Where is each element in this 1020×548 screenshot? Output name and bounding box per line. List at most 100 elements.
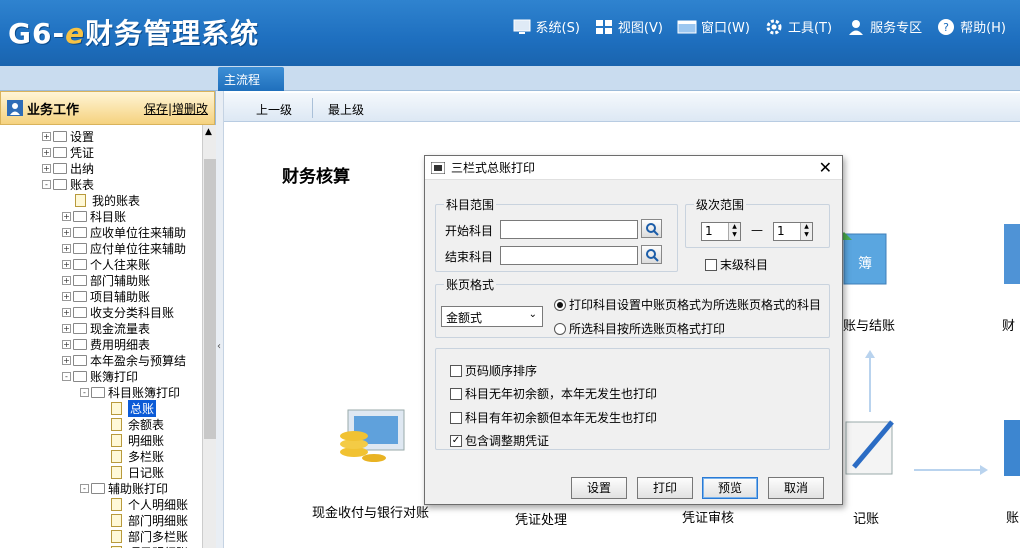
menu-help[interactable]: ? 帮助(H): [936, 17, 1006, 36]
preview-button[interactable]: 预览: [702, 477, 758, 499]
scroll-up-icon[interactable]: ▲: [205, 127, 212, 137]
expand-icon[interactable]: +: [62, 339, 71, 349]
leaf-only-checkbox[interactable]: 末级科目: [705, 256, 768, 273]
flow-finance-right-label[interactable]: 财: [1002, 315, 1015, 334]
tree-item[interactable]: + 出纳: [42, 160, 94, 176]
collapse-icon[interactable]: -: [42, 179, 51, 189]
no-balance-print-checkbox[interactable]: 科目无年初余额，本年无发生也打印: [450, 385, 657, 402]
tree-item[interactable]: 日记账: [98, 464, 164, 480]
radio-button[interactable]: [554, 298, 566, 311]
spin-arrows-icon[interactable]: ▲ ▼: [728, 223, 740, 240]
close-icon[interactable]: ✕: [819, 158, 832, 177]
ledger-right-icon[interactable]: [1004, 420, 1020, 476]
expand-icon[interactable]: +: [42, 131, 51, 141]
radio-button[interactable]: [554, 322, 566, 335]
tree-item[interactable]: + 个人往来账: [62, 256, 150, 272]
tree-item[interactable]: 个人明细账: [98, 496, 188, 512]
level-to-spinner[interactable]: 1 ▲ ▼: [773, 222, 813, 241]
chevron-down-icon[interactable]: ⌄: [529, 309, 537, 320]
cancel-button[interactable]: 取消: [768, 477, 824, 499]
collapse-icon[interactable]: -: [80, 483, 89, 493]
tree-item[interactable]: + 收支分类科目账: [62, 304, 174, 320]
expand-icon[interactable]: +: [62, 291, 71, 301]
end-subject-search-button[interactable]: [641, 245, 662, 264]
tree-item[interactable]: 项目明细账: [98, 544, 188, 548]
collapse-icon[interactable]: -: [62, 371, 71, 381]
tree-item[interactable]: + 应付单位往来辅助: [62, 240, 186, 256]
collapse-icon[interactable]: -: [80, 387, 89, 397]
tree-item[interactable]: + 部门辅助账: [62, 272, 150, 288]
collapse-arrow-icon[interactable]: ‹: [217, 341, 221, 352]
menu-system[interactable]: 系统(S): [512, 17, 580, 36]
tree-item[interactable]: 部门明细账: [98, 512, 188, 528]
expand-icon[interactable]: +: [42, 147, 51, 157]
start-subject-search-button[interactable]: [641, 219, 662, 238]
tree-item[interactable]: + 现金流量表: [62, 320, 150, 336]
tree-item[interactable]: - 科目账簿打印: [80, 384, 180, 400]
radio-format-by-setting[interactable]: 打印科目设置中账页格式为所选账页格式的科目: [554, 296, 821, 313]
menu-window[interactable]: 窗口(W): [677, 17, 750, 36]
tree-item[interactable]: + 设置: [42, 128, 94, 144]
tab-main-flow[interactable]: 主流程: [218, 67, 284, 91]
add-delete-link[interactable]: 增删改: [172, 102, 208, 116]
flow-post-label[interactable]: 记账: [853, 508, 879, 527]
checkbox-box[interactable]: [450, 364, 462, 377]
has-balance-print-checkbox[interactable]: 科目有年初余额但本年无发生也打印: [450, 409, 657, 426]
level-from-spinner[interactable]: 1 ▲ ▼: [701, 222, 741, 241]
cash-bank-icon[interactable]: [340, 409, 405, 462]
setup-button[interactable]: 设置: [571, 477, 627, 499]
expand-icon[interactable]: +: [62, 227, 71, 237]
tree-item[interactable]: 总账: [98, 399, 157, 417]
expand-icon[interactable]: +: [62, 259, 71, 269]
expand-icon[interactable]: +: [62, 275, 71, 285]
report-right-icon[interactable]: [1004, 224, 1020, 284]
checkbox-box[interactable]: [450, 411, 462, 424]
book-icon[interactable]: 簿: [836, 232, 887, 285]
tree-item[interactable]: - 账簿打印: [62, 368, 138, 384]
expand-icon[interactable]: +: [62, 355, 71, 365]
tree-item[interactable]: 明细账: [98, 432, 164, 448]
print-button[interactable]: 打印: [637, 477, 693, 499]
end-subject-input[interactable]: [500, 246, 638, 265]
flow-close-label[interactable]: 账与结账: [843, 315, 895, 334]
tree-item[interactable]: + 科目账: [62, 208, 126, 224]
up-level-button[interactable]: 上一级: [256, 101, 292, 118]
expand-icon[interactable]: +: [62, 211, 71, 221]
tree-item[interactable]: - 账表: [42, 176, 94, 192]
menu-tools[interactable]: 工具(T): [764, 17, 832, 36]
tree-item[interactable]: + 本年盈余与预算结: [62, 352, 186, 368]
tree-item[interactable]: - 辅助账打印: [80, 480, 168, 496]
page-order-checkbox[interactable]: 页码顺序排序: [450, 362, 537, 379]
include-adjust-checkbox[interactable]: ✓ 包含调整期凭证: [450, 432, 549, 449]
expand-icon[interactable]: +: [62, 307, 71, 317]
menu-view[interactable]: 视图(V): [594, 17, 663, 36]
checkbox-box[interactable]: ✓: [450, 434, 462, 447]
page-format-select[interactable]: 金额式 ⌄: [441, 306, 543, 327]
dialog-titlebar[interactable]: 三栏式总账打印: [425, 156, 842, 180]
radio-format-all-selected[interactable]: 所选科目按所选账页格式打印: [554, 320, 725, 337]
flow-voucher-review-label[interactable]: 凭证审核: [682, 507, 734, 526]
expand-icon[interactable]: +: [42, 163, 51, 173]
start-subject-input[interactable]: [500, 220, 638, 239]
menu-service[interactable]: 服务专区: [846, 17, 922, 36]
tree-item[interactable]: + 凭证: [42, 144, 94, 160]
flow-voucher-process-label[interactable]: 凭证处理: [515, 509, 567, 528]
tree-item[interactable]: + 费用明细表: [62, 336, 150, 352]
expand-icon[interactable]: +: [62, 243, 71, 253]
tree-scrollbar[interactable]: ▲: [202, 125, 216, 548]
top-level-button[interactable]: 最上级: [328, 101, 364, 118]
scroll-thumb[interactable]: [204, 159, 216, 439]
flow-cash-label[interactable]: 现金收付与银行对账: [312, 502, 429, 521]
tree-item[interactable]: + 项目辅助账: [62, 288, 150, 304]
tree-item[interactable]: 部门多栏账: [98, 528, 188, 544]
post-ledger-icon[interactable]: [845, 420, 894, 475]
flow-book-right-label[interactable]: 账: [1006, 507, 1019, 526]
spin-arrows-icon[interactable]: ▲ ▼: [800, 223, 812, 240]
tree-item[interactable]: 余额表: [98, 416, 164, 432]
tree-item[interactable]: 多栏账: [98, 448, 164, 464]
save-link[interactable]: 保存: [144, 102, 168, 116]
tree-item[interactable]: 我的账表: [62, 192, 140, 208]
checkbox-box[interactable]: [450, 387, 462, 400]
checkbox-box[interactable]: [705, 258, 717, 271]
panel-splitter[interactable]: ‹: [216, 91, 224, 548]
